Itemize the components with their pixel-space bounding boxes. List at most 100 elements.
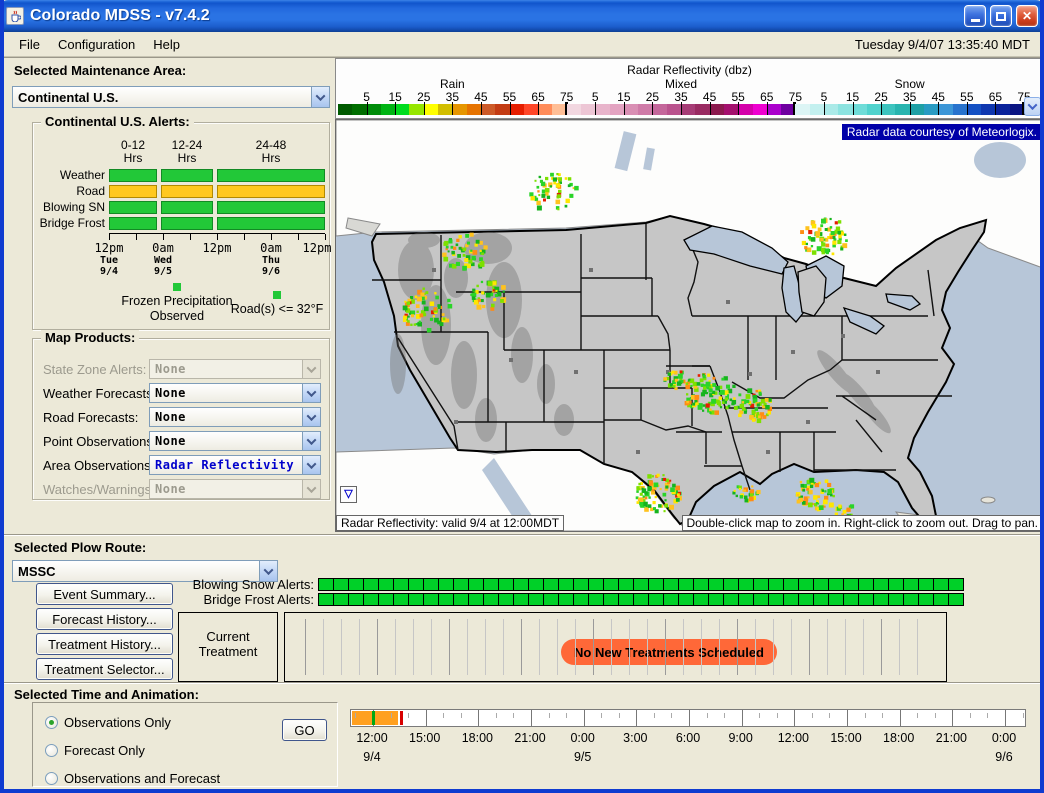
alert-segment [844,594,858,605]
map-product-combobox-road-forecasts-[interactable]: None [149,407,321,427]
chevron-down-icon[interactable] [302,432,320,450]
alert-status-segment [161,217,213,230]
treatment-tick [629,619,630,675]
legend-color-cell [738,104,752,115]
current-treatment-box: Current Treatment [178,612,278,682]
timeline-tick [952,710,953,726]
alert-segment [499,594,513,605]
legend-toggle-button[interactable]: ▽ [340,486,357,503]
alert-status-segment [109,201,157,214]
treatment-tick [413,619,414,675]
treatment-tick [845,619,846,675]
axis-tick [217,234,218,240]
legend-color-cell [910,104,924,115]
alert-col-header: 12-24Hrs [161,139,213,165]
treatment-tick [377,619,378,675]
axis-time-label: 12pmTue9/4 [95,242,124,277]
maintenance-area-label: Selected Maintenance Area: [14,63,186,78]
legend-tick-mark [967,102,968,115]
button-event-summary[interactable]: Event Summary... [36,583,173,605]
chevron-down-icon[interactable] [302,384,320,402]
timeline-tick [636,710,637,726]
animation-timeline-bar[interactable] [350,709,1026,727]
alert-segment [844,579,858,590]
treatment-tick [791,619,792,675]
alert-segment [619,579,633,590]
legend-tick-mark [481,102,482,115]
map-product-combobox-weather-forecasts-[interactable]: None [149,383,321,403]
alert-segment [469,579,483,590]
alert-segment [469,594,483,605]
axis-time-label: 12pm [203,242,232,255]
map-product-combobox-area-observations-[interactable]: Radar Reflectivity [149,455,321,475]
alert-axis [109,233,325,240]
menu-help[interactable]: Help [144,35,189,54]
close-button[interactable]: ✕ [1016,5,1038,27]
alert-segment [664,579,678,590]
menu-file[interactable]: File [10,35,49,54]
maximize-button[interactable] [990,5,1012,27]
treatment-tick [305,619,306,675]
timeline-tick [777,713,778,718]
alert-segment [424,579,438,590]
timeline-tick [865,713,866,718]
button-treatment-history[interactable]: Treatment History... [36,633,173,655]
button-forecast-history[interactable]: Forecast History... [36,608,173,630]
timeline-tick [496,713,497,718]
radio-option-observations-and-forecast[interactable]: Observations and Forecast [45,771,220,786]
map-product-value: None [155,410,186,424]
timeline-hour-label: 12:00 [778,731,809,745]
legend-color-cell [881,104,895,115]
radio-label: Forecast Only [64,743,145,758]
go-button[interactable]: GO [282,719,327,741]
chevron-down-icon[interactable] [311,87,329,107]
map-status-left: Radar Reflectivity: valid 9/4 at 12:00MD… [336,515,564,531]
treatment-tick [719,619,720,675]
timeline-date-label: 9/4 [363,750,380,764]
alert-segment [319,579,333,590]
radio-option-forecast-only[interactable]: Forecast Only [45,743,145,758]
timeline-date-label: 9/6 [995,750,1012,764]
maintenance-area-combobox[interactable]: Continental U.S. [12,86,330,108]
alert-segment [454,579,468,590]
chevron-down-icon[interactable] [302,408,320,426]
clock-text: Tuesday 9/4/07 13:35:40 MDT [855,37,1034,52]
alert-segment [724,579,738,590]
alert-segment [694,594,708,605]
legend-color-cell [495,104,509,115]
legend-color-cell [352,104,366,115]
map-product-combobox-point-observations-[interactable]: None [149,431,321,451]
timeline-tick [601,713,602,718]
legend-tick-mark [452,102,453,115]
alert-segment [769,594,783,605]
treatment-tick [647,619,648,675]
alert-segment [499,579,513,590]
axis-tick [190,234,191,240]
map-products-groupbox: Map Products: State Zone Alerts:NoneWeat… [32,338,330,500]
legend-scroll-down-button[interactable] [1024,97,1041,116]
alert-segment [814,594,828,605]
radio-option-observations-only[interactable]: Observations Only [45,715,171,730]
legend-color-cell [838,104,852,115]
legend-tick-mark [681,102,682,115]
legend-color-cell [924,104,938,115]
button-treatment-selector[interactable]: Treatment Selector... [36,658,173,680]
alert-segment [604,594,618,605]
timeline-tick [829,713,830,718]
alert-segment [859,579,873,590]
axis-time-label: 12pm [303,242,332,255]
treatment-tick [575,619,576,675]
timeline-tick [549,713,550,718]
chevron-down-icon[interactable] [302,456,320,474]
axis-time-label: 0amThu9/6 [260,242,282,277]
alert-segment [694,579,708,590]
map-viewport[interactable]: Radar data courtesy of Meteorlogix. ▽ Ra… [335,119,1044,532]
legend-section-mixed: Mixed515253545556575 [567,77,796,117]
alert-segment [409,579,423,590]
treatment-tick [611,619,612,675]
alert-segment [334,579,348,590]
minimize-button[interactable] [964,5,986,27]
legend-tick-mark [881,102,882,115]
timeline-tick [847,710,848,726]
menu-configuration[interactable]: Configuration [49,35,144,54]
